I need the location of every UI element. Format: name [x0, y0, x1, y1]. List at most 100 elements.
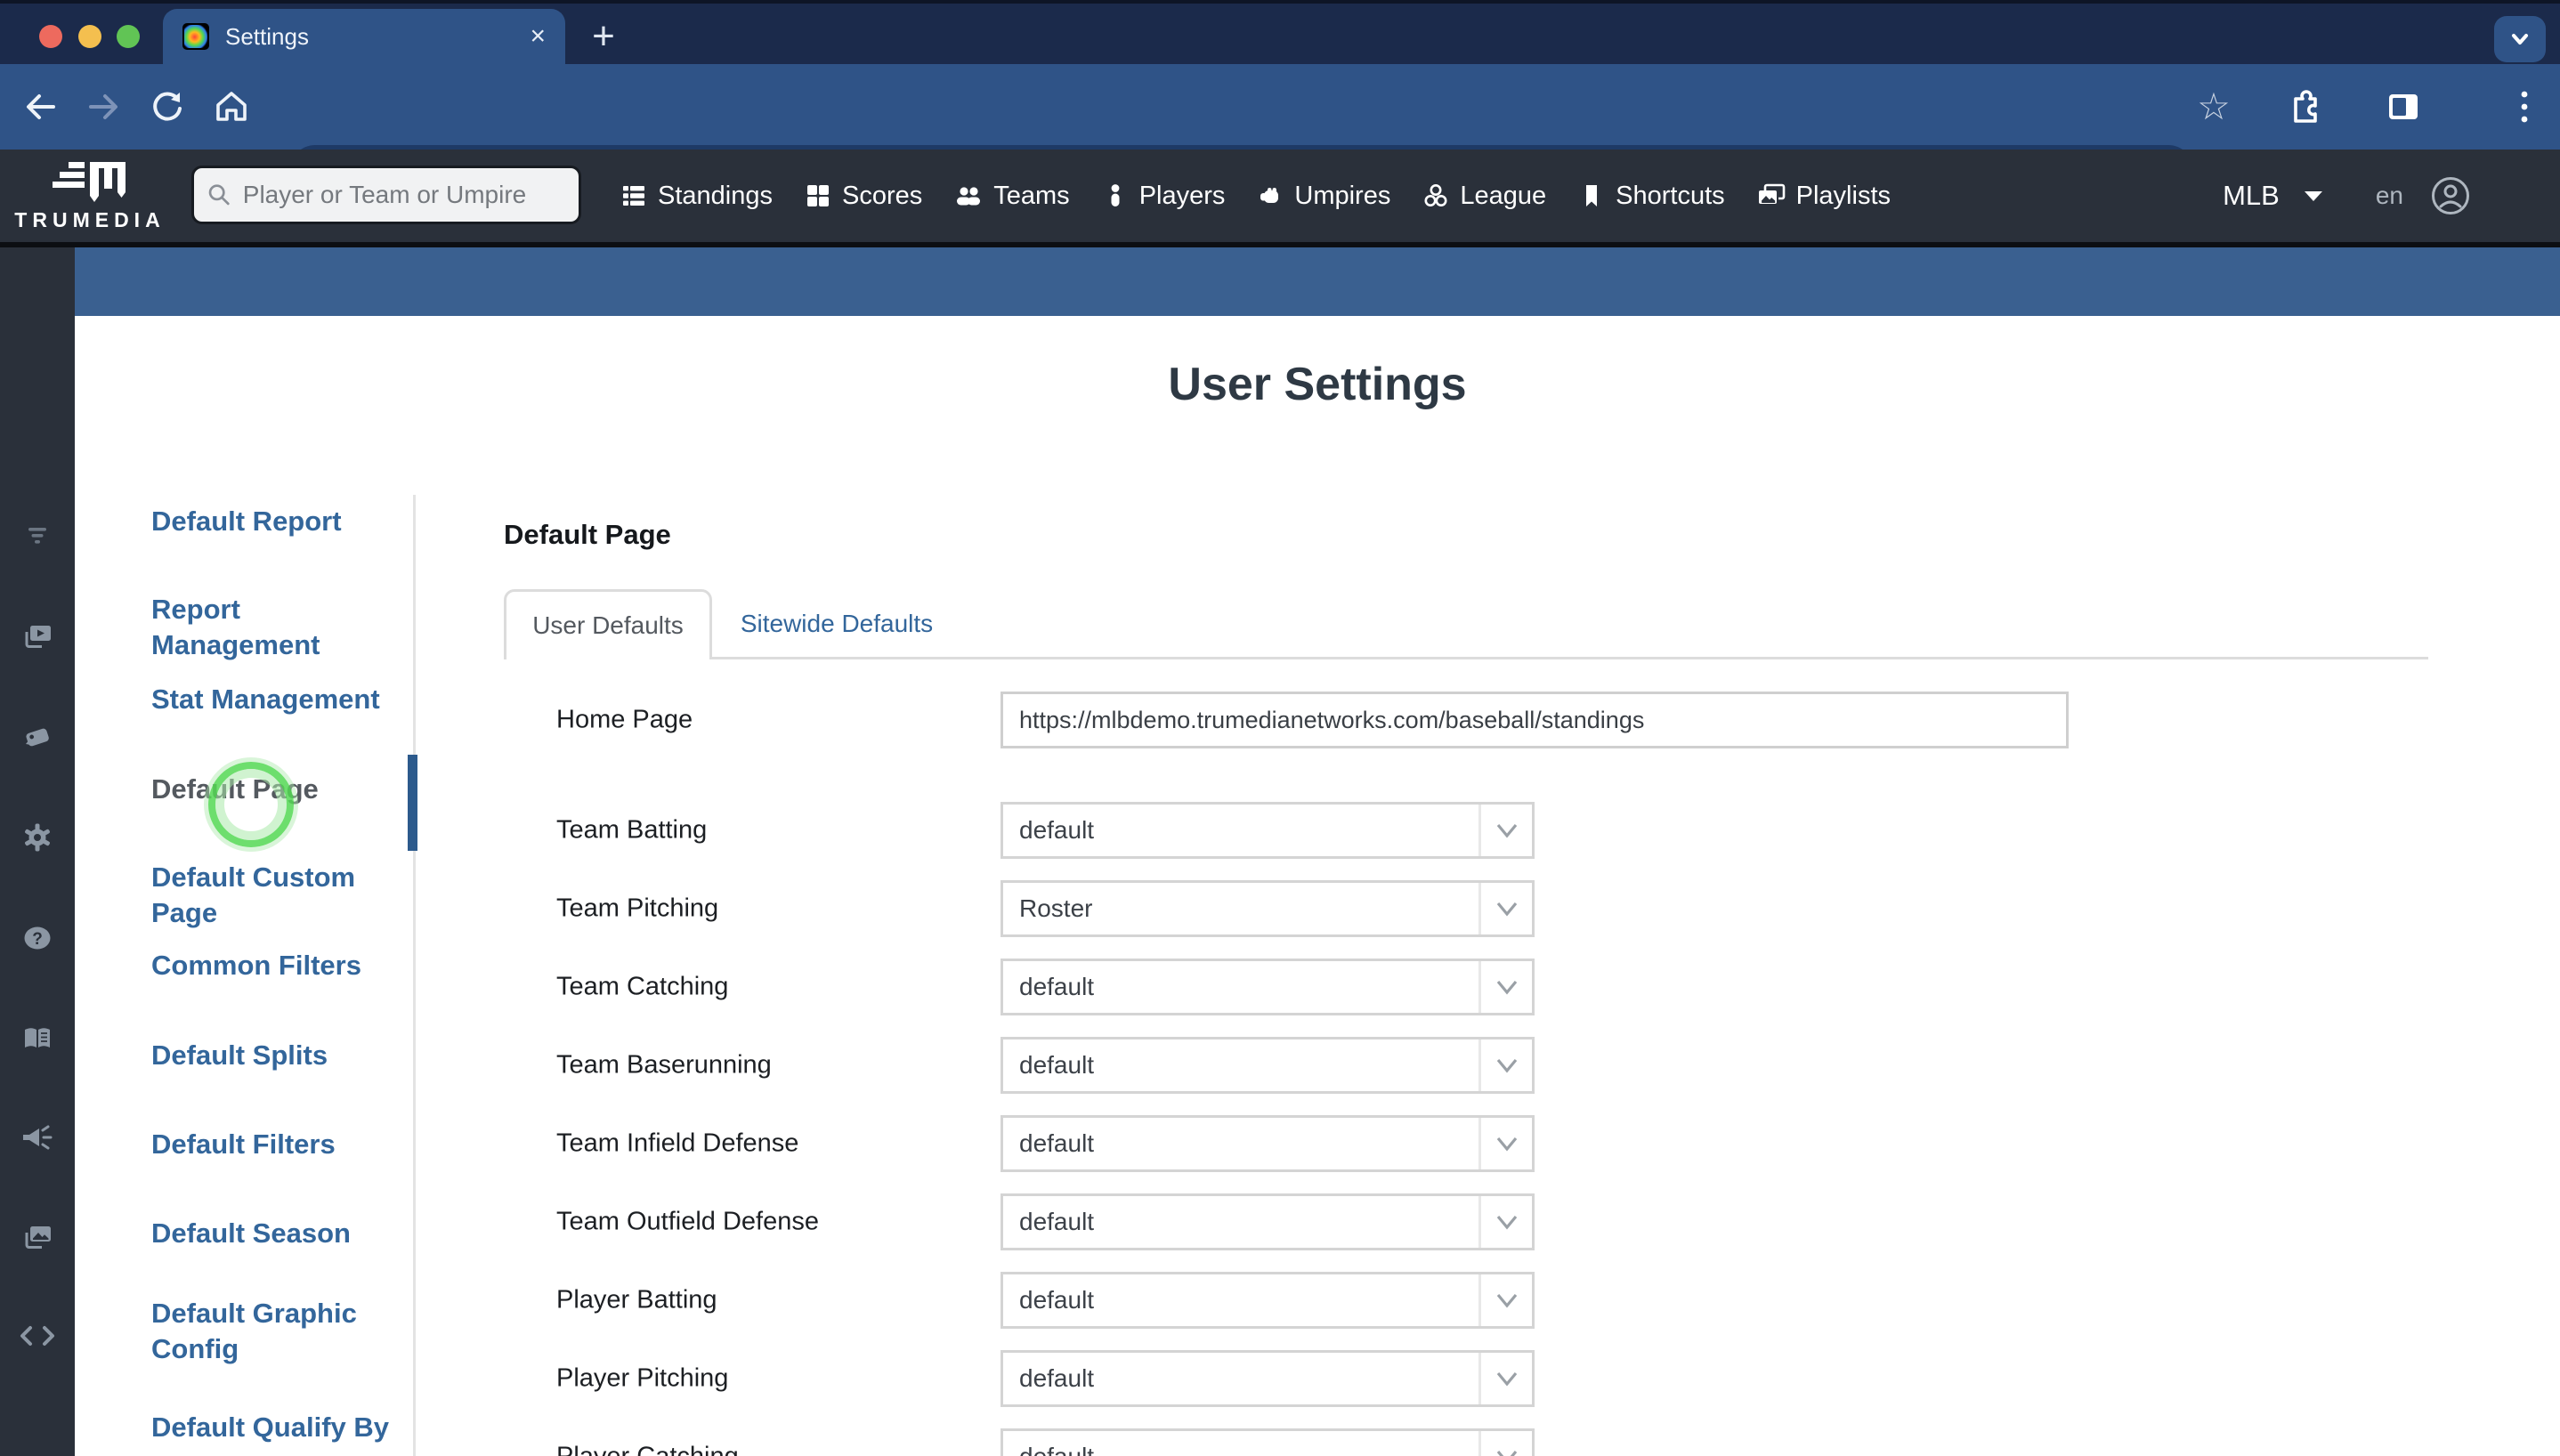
- chevron-down-icon: [1478, 1196, 1532, 1248]
- league-selector[interactable]: MLB: [2223, 180, 2324, 212]
- reload-button[interactable]: [146, 85, 189, 128]
- team-outfield-defense-select[interactable]: default: [1001, 1193, 1535, 1250]
- umpires-icon: [1260, 188, 1279, 203]
- nav-item-standings[interactable]: Standings: [620, 182, 773, 211]
- field-label: Team Baserunning: [556, 1050, 772, 1080]
- nav-item-label: Umpires: [1294, 181, 1391, 210]
- team-batting-select[interactable]: default: [1001, 802, 1535, 859]
- nav-item-shortcuts[interactable]: Shortcuts: [1578, 182, 1725, 211]
- trumedia-logo[interactable]: TRUMEDIA: [14, 155, 166, 237]
- form-row-player-pitching: Player Pitching default: [504, 1350, 2462, 1407]
- account-icon[interactable]: [2430, 175, 2471, 216]
- chevron-down-icon: [1478, 805, 1532, 856]
- page-title: User Settings: [1168, 359, 1467, 410]
- back-button[interactable]: [20, 85, 62, 128]
- form-row-team-baserunning: Team Baserunning default: [504, 1037, 2462, 1094]
- announcements-megaphone-icon[interactable]: [0, 1118, 75, 1157]
- tab-sitewide-defaults[interactable]: Sitewide Defaults: [721, 591, 952, 657]
- player-catching-select[interactable]: default: [1001, 1428, 1535, 1456]
- window-close-button[interactable]: [39, 25, 62, 48]
- sidebar-item-default-splits[interactable]: Default Splits: [151, 1038, 411, 1073]
- nav-item-playlists[interactable]: Playlists: [1757, 182, 1891, 211]
- nav-item-umpires[interactable]: Umpires: [1257, 182, 1390, 211]
- home-button[interactable]: [210, 85, 253, 128]
- form-row-team-outfield-defense: Team Outfield Defense default: [504, 1193, 2462, 1250]
- team-infield-defense-select[interactable]: default: [1001, 1115, 1535, 1172]
- bookmark-star-icon[interactable]: ☆: [2191, 84, 2236, 128]
- menu-divider: [413, 495, 416, 1456]
- chevron-down-icon: [1478, 883, 1532, 934]
- sidebar-item-default-season[interactable]: Default Season: [151, 1216, 411, 1251]
- player-batting-select[interactable]: default: [1001, 1272, 1535, 1329]
- forward-button[interactable]: [82, 85, 125, 128]
- nav-item-league[interactable]: League: [1422, 182, 1546, 211]
- code-icon[interactable]: [0, 1316, 75, 1355]
- trumedia-monogram-icon: [53, 161, 126, 202]
- search-icon: [208, 184, 230, 206]
- filter-icon[interactable]: [0, 514, 75, 554]
- new-tab-button[interactable]: +: [580, 14, 627, 58]
- nav-item-label: Shortcuts: [1616, 181, 1725, 210]
- tab-close-icon[interactable]: ×: [530, 23, 546, 50]
- language-selector[interactable]: en: [2376, 182, 2403, 210]
- nav-item-label: Standings: [658, 181, 773, 210]
- sidebar-item-default-qualify-by[interactable]: Default Qualify By: [151, 1410, 411, 1445]
- chevron-down-icon: [1478, 1118, 1532, 1169]
- browser-tabstrip: Settings × +: [0, 4, 2560, 64]
- chevron-down-icon: [1478, 1274, 1532, 1326]
- sidebar-item-report-management[interactable]: Report Management: [151, 592, 411, 663]
- glossary-book-icon[interactable]: [0, 1018, 75, 1057]
- sidebar-item-default-custom-page[interactable]: Default Custom Page: [151, 860, 411, 931]
- window-minimize-button[interactable]: [78, 25, 101, 48]
- sidebar-item-default-filters[interactable]: Default Filters: [151, 1127, 411, 1162]
- browser-tab-settings[interactable]: Settings ×: [163, 9, 565, 64]
- window-zoom-button[interactable]: [117, 25, 140, 48]
- team-baserunning-select[interactable]: default: [1001, 1037, 1535, 1094]
- tab-user-defaults[interactable]: User Defaults: [504, 589, 712, 659]
- video-playlist-icon[interactable]: [0, 617, 75, 656]
- nav-right-cluster: MLB en: [2223, 150, 2471, 242]
- form-row-home-page: Home Page: [504, 692, 2462, 748]
- gear-icon[interactable]: [0, 818, 75, 857]
- sidebar-item-default-graphic-config[interactable]: Default Graphic Config: [151, 1296, 411, 1367]
- tabs-bottom-border: [504, 657, 2428, 659]
- team-catching-select[interactable]: default: [1001, 959, 1535, 1015]
- nav-item-label: Teams: [993, 181, 1070, 210]
- image-gallery-icon[interactable]: [0, 1217, 75, 1257]
- home-page-input[interactable]: [1001, 692, 2069, 748]
- browser-toolbar: mlbdemo.trumedianetworks.com/baseball/se…: [0, 64, 2560, 195]
- standings-icon: [623, 186, 644, 206]
- sidebar-item-common-filters[interactable]: Common Filters: [151, 948, 411, 983]
- nav-item-players[interactable]: Players: [1102, 182, 1225, 211]
- heatmap-favicon-icon: [182, 23, 209, 50]
- field-label: Team Outfield Defense: [556, 1207, 819, 1236]
- team-pitching-select[interactable]: Roster: [1001, 880, 1535, 937]
- tab-title: Settings: [225, 22, 309, 50]
- form-row-player-batting: Player Batting default: [504, 1272, 2462, 1329]
- extensions-puzzle-icon[interactable]: [2284, 85, 2327, 128]
- tag-icon[interactable]: [0, 717, 75, 756]
- sidebar-item-stat-management[interactable]: Stat Management: [151, 682, 411, 717]
- field-label: Player Catching: [556, 1443, 739, 1456]
- league-icon: [1424, 184, 1447, 206]
- global-search[interactable]: [191, 166, 581, 224]
- site-nav-bar: TRUMEDIA Standings Scores Teams: [0, 150, 2560, 242]
- search-input[interactable]: [242, 181, 566, 209]
- chevron-down-icon: [1478, 1353, 1532, 1404]
- nav-item-scores[interactable]: Scores: [805, 182, 922, 211]
- field-label: Team Pitching: [556, 894, 719, 923]
- field-label: Team Catching: [556, 972, 729, 1001]
- left-icon-rail: ?: [0, 247, 75, 1456]
- nav-item-label: Scores: [842, 181, 923, 210]
- help-icon[interactable]: ?: [0, 918, 75, 958]
- scores-icon: [807, 185, 829, 206]
- sidebar-item-default-report[interactable]: Default Report: [151, 504, 411, 539]
- player-pitching-select[interactable]: default: [1001, 1350, 1535, 1407]
- shortcuts-icon: [1586, 185, 1598, 206]
- tab-search-chevron-button[interactable]: [2494, 16, 2546, 62]
- browser-menu-kebab-icon[interactable]: [2503, 85, 2546, 128]
- sidebar-item-default-page[interactable]: Default Page: [151, 772, 411, 807]
- chevron-down-icon: [2304, 191, 2322, 201]
- nav-item-teams[interactable]: Teams: [954, 181, 1070, 211]
- side-panel-icon[interactable]: [2382, 85, 2425, 128]
